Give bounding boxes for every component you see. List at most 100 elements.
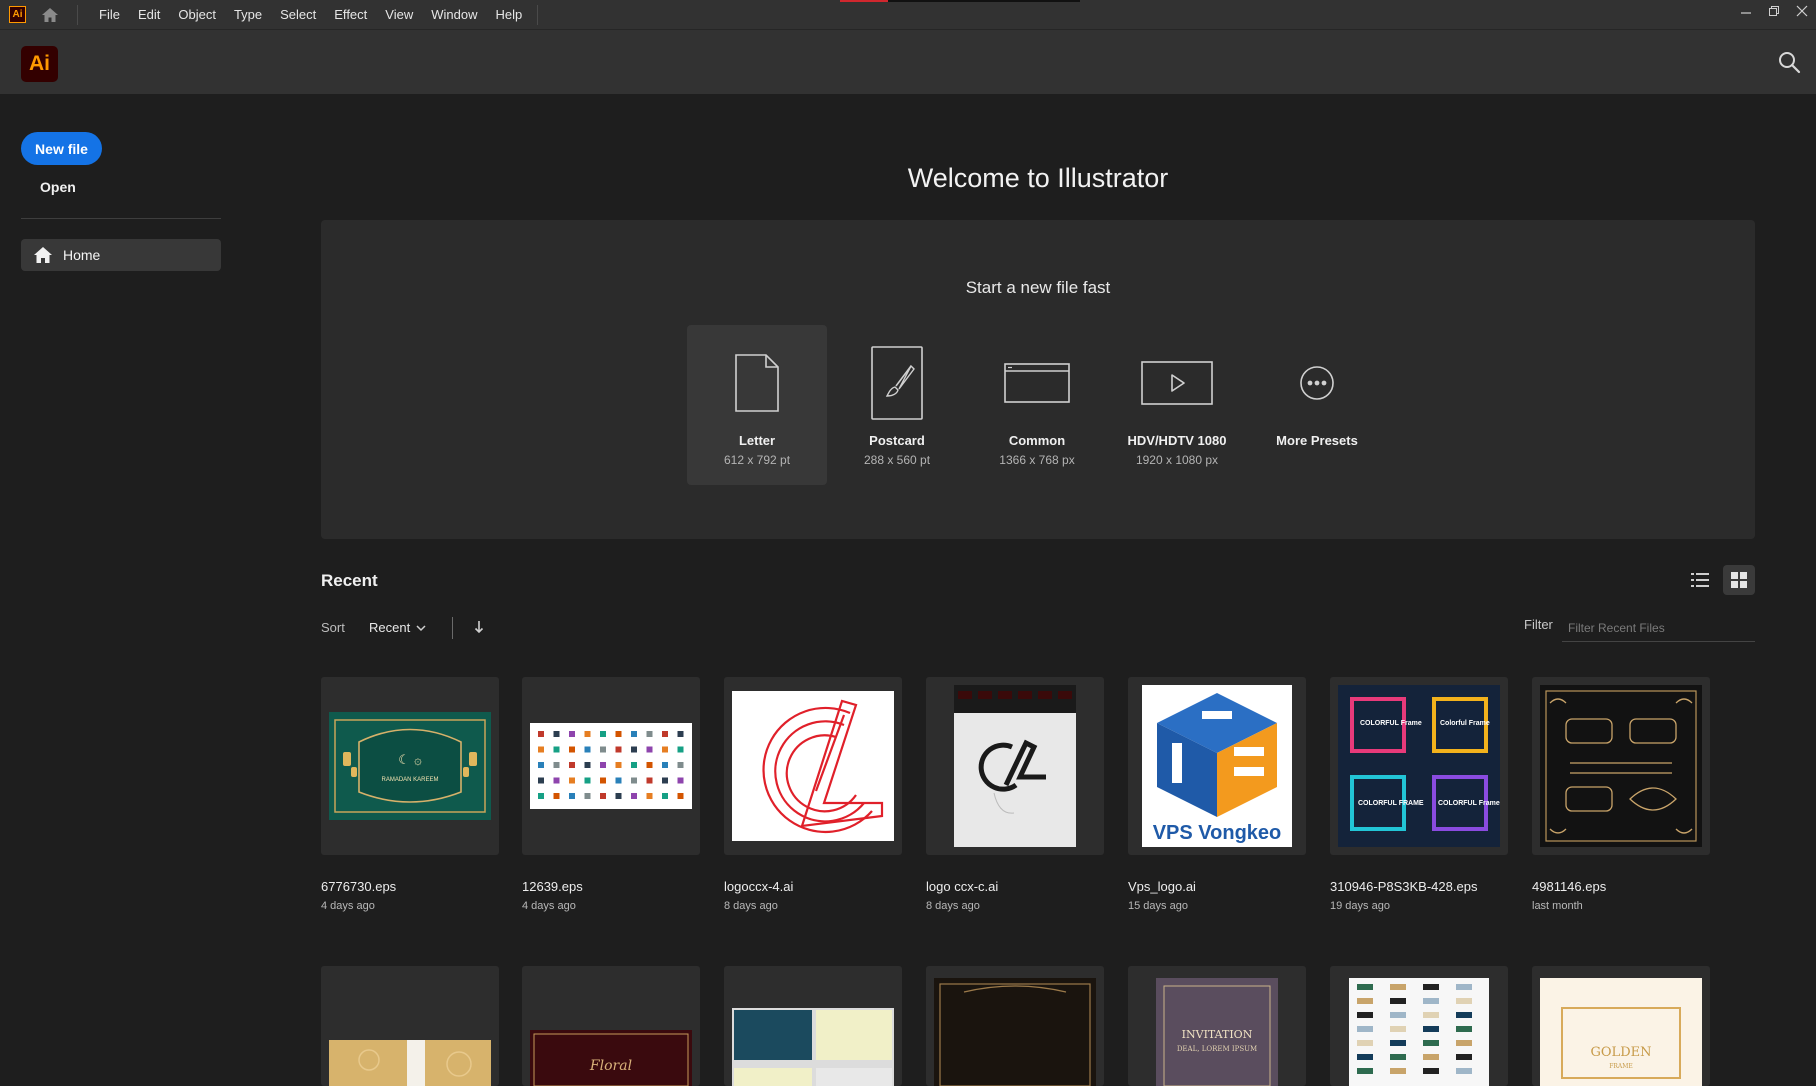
chevron-down-icon (416, 620, 426, 635)
app-mini-logo-text: Ai (12, 9, 23, 20)
filter-label: Filter (1524, 617, 1553, 632)
sort-dropdown[interactable]: Recent (369, 620, 426, 635)
file-date: last month (1532, 900, 1583, 912)
recent-file-card[interactable]: GOLDEN FRAME (1532, 966, 1712, 1086)
file-thumbnail (926, 966, 1104, 1086)
file-thumbnail: COLORFUL Frame Colorful Frame COLORFUL F… (1330, 677, 1508, 855)
open-button[interactable]: Open (40, 179, 76, 195)
file-name: 4981146.eps (1532, 879, 1607, 894)
restore-icon[interactable] (1760, 0, 1788, 22)
sort-direction-arrow-icon[interactable] (472, 617, 486, 637)
recent-file-card[interactable]: ☾ ۞ RAMADAN KAREEM 6776730.eps 4 days ag… (321, 677, 501, 912)
browser-window-icon (967, 333, 1107, 433)
filter-recent-files-input[interactable] (1562, 614, 1755, 642)
thumbnail-text: COLORFUL FRAME (1358, 800, 1424, 807)
video-play-icon (1107, 333, 1247, 433)
file-thumbnail: GOLDEN FRAME (1532, 966, 1710, 1086)
recent-file-card[interactable] (724, 966, 904, 1086)
file-thumbnail (1532, 677, 1710, 855)
thumbnail-text: VPS Vongkeo (1153, 822, 1282, 844)
search-icon[interactable] (1776, 49, 1802, 75)
document-tab-strip (840, 0, 1080, 2)
presets-title: Start a new file fast (965, 278, 1111, 297)
menu-separator (77, 4, 78, 25)
menu-separator (537, 4, 539, 25)
file-date: 8 days ago (724, 900, 778, 912)
home-icon[interactable] (39, 4, 61, 26)
file-date: 15 days ago (1128, 900, 1188, 912)
preset-size: 612 x 792 pt (723, 453, 791, 467)
menu-file[interactable]: File (90, 0, 129, 29)
preset-letter[interactable]: Letter 612 x 792 pt (687, 325, 827, 485)
list-view-icon[interactable] (1687, 565, 1713, 595)
new-file-presets-panel: Start a new file fast Letter 612 x 792 p… (321, 220, 1755, 539)
page-title: Welcome to Illustrator (907, 163, 1169, 193)
menu-edit[interactable]: Edit (129, 0, 169, 29)
file-thumbnail (724, 677, 902, 855)
new-file-button[interactable]: New file (21, 132, 102, 165)
preset-common[interactable]: Common 1366 x 768 px (967, 325, 1107, 485)
preset-more-presets[interactable]: More Presets (1247, 325, 1387, 485)
menu-select[interactable]: Select (271, 0, 325, 29)
file-thumbnail (724, 966, 902, 1086)
preset-size: 1366 x 768 px (999, 453, 1075, 467)
recent-file-card[interactable] (926, 966, 1106, 1086)
file-thumbnail (321, 966, 499, 1086)
preset-name: Letter (738, 433, 776, 448)
file-date: 8 days ago (926, 900, 980, 912)
sort-label: Sort (321, 620, 345, 635)
close-icon[interactable] (1788, 0, 1816, 22)
menu-view[interactable]: View (376, 0, 422, 29)
file-thumbnail: ☾ ۞ RAMADAN KAREEM (321, 677, 499, 855)
thumbnail-text: RAMADAN KAREEM (381, 777, 438, 783)
recent-file-card[interactable]: logo ccx-c.ai 8 days ago (926, 677, 1106, 912)
document-icon (687, 333, 827, 433)
file-thumbnail (1330, 966, 1508, 1086)
minimize-icon[interactable] (1732, 0, 1760, 22)
menu-type[interactable]: Type (225, 0, 271, 29)
more-icon (1247, 333, 1387, 433)
recent-file-card[interactable]: 12639.eps 4 days ago (522, 677, 702, 912)
recent-file-card[interactable]: 4981146.eps last month (1532, 677, 1712, 912)
thumbnail-text: GOLDEN (1591, 1045, 1652, 1060)
sidebar-item-home[interactable]: Home (21, 239, 221, 271)
app-header: Ai (0, 30, 1816, 94)
menu-effect[interactable]: Effect (325, 0, 376, 29)
thumbnail-text: DEAL, LOREM IPSUM (1177, 1045, 1257, 1053)
recent-file-card[interactable]: VPS Vongkeo Vps_logo.ai 15 days ago (1128, 677, 1308, 912)
recent-file-card[interactable]: logoccx-4.ai 8 days ago (724, 677, 904, 912)
preset-postcard[interactable]: Postcard 288 x 560 pt (827, 325, 967, 485)
recent-file-card[interactable]: COLORFUL Frame Colorful Frame COLORFUL F… (1330, 677, 1510, 912)
grid-view-icon[interactable] (1723, 565, 1755, 595)
file-thumbnail (522, 677, 700, 855)
recent-title: Recent (321, 571, 378, 590)
recent-file-card[interactable] (321, 966, 501, 1086)
file-date: 19 days ago (1330, 900, 1390, 912)
file-name: logo ccx-c.ai (926, 879, 999, 894)
file-thumbnail: INVITATION DEAL, LOREM IPSUM (1128, 966, 1306, 1086)
preset-hdv-hdtv-1080[interactable]: HDV/HDTV 1080 1920 x 1080 px (1107, 325, 1247, 485)
logo-text: Ai (29, 52, 50, 75)
menu-help[interactable]: Help (486, 0, 531, 29)
recent-file-card[interactable] (1330, 966, 1510, 1086)
app-mini-logo-icon: Ai (9, 6, 26, 23)
sort-divider (452, 617, 453, 639)
preset-size: 1920 x 1080 px (1135, 453, 1219, 467)
menu-bar: Ai File Edit Object Type Select Effect V… (0, 0, 1816, 30)
recent-file-card[interactable]: Floral (522, 966, 702, 1086)
file-thumbnail (926, 677, 1104, 855)
sidebar-item-label: Home (63, 247, 101, 263)
preset-name: Common (1008, 433, 1066, 448)
preset-name: More Presets (1276, 433, 1358, 448)
home-icon (33, 245, 53, 265)
file-thumbnail: VPS Vongkeo (1128, 677, 1306, 855)
window-controls (1732, 0, 1816, 22)
menu-object[interactable]: Object (169, 0, 225, 29)
menu-window[interactable]: Window (422, 0, 486, 29)
thumbnail-text: COLORFUL Frame (1438, 800, 1500, 807)
file-name: logoccx-4.ai (724, 879, 794, 894)
thumbnail-text: Floral (589, 1058, 632, 1074)
recent-file-card[interactable]: INVITATION DEAL, LOREM IPSUM (1128, 966, 1308, 1086)
thumbnail-text: Colorful Frame (1440, 720, 1490, 727)
preset-size: 288 x 560 pt (863, 453, 931, 467)
